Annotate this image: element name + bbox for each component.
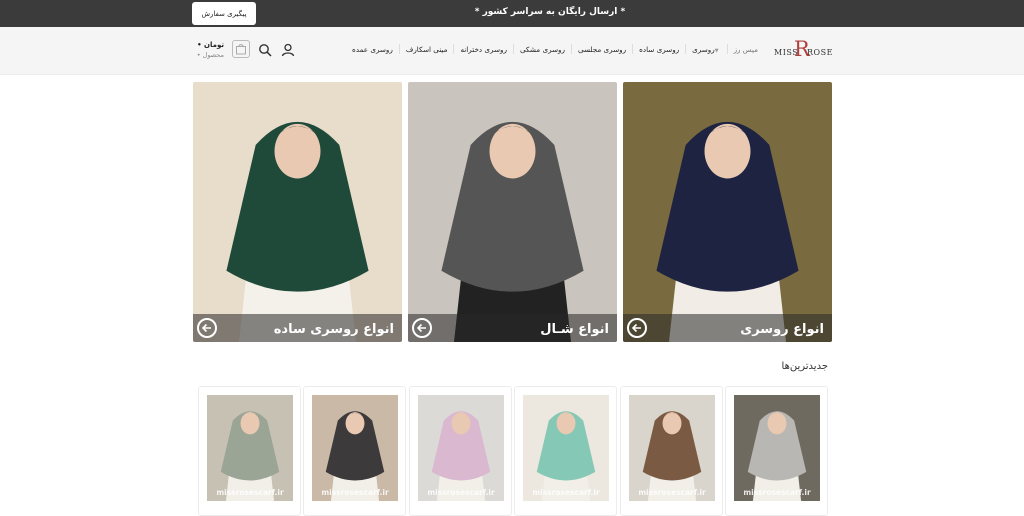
arrow-glyph — [201, 323, 211, 333]
announcement-bar: پیگیری سفارش * ارسال رایگان به سراسر کشو… — [0, 0, 1024, 27]
menu-item[interactable]: روسری مجلسی — [572, 45, 632, 54]
arrow-glyph — [416, 323, 426, 333]
header: MISS R ROSE میس رز روسری▼ روسری ساده روسری … — [0, 27, 1024, 75]
menu-item-label: روسری عمده — [352, 44, 393, 54]
model-photo — [207, 395, 293, 501]
menu-item[interactable]: روسری▼ — [686, 45, 726, 54]
product-image: missrosescarf.ir — [207, 395, 293, 501]
model-photo — [408, 82, 617, 342]
cart-total[interactable]: • تومان — [186, 41, 224, 49]
arrow-glyph — [631, 323, 641, 333]
product-card[interactable]: missrosescarf.ir — [725, 386, 828, 516]
model-photo — [734, 395, 820, 501]
product-image: missrosescarf.ir — [312, 395, 398, 501]
banner-image — [408, 82, 617, 342]
chevron-down-icon: ▼ — [714, 47, 719, 54]
product-image: missrosescarf.ir — [734, 395, 820, 501]
product-watermark: missrosescarf.ir — [743, 488, 811, 497]
product-card[interactable]: missrosescarf.ir — [198, 386, 301, 516]
model-photo — [193, 82, 402, 342]
banner-title: انواع شـال — [540, 322, 609, 337]
product-watermark: missrosescarf.ir — [427, 488, 495, 497]
product-card[interactable]: missrosescarf.ir — [620, 386, 723, 516]
model-photo — [623, 82, 832, 342]
banner-image — [193, 82, 402, 342]
menu-item-label: روسری مجلسی — [578, 44, 627, 54]
product-card[interactable]: missrosescarf.ir — [409, 386, 512, 516]
menu-item-label: روسری — [692, 44, 715, 54]
menu-item-label: روسری مشکی — [519, 44, 565, 54]
product-image: missrosescarf.ir — [418, 395, 504, 501]
arrow-left-icon[interactable] — [412, 318, 432, 338]
banner-scarves[interactable]: انواع روسری — [623, 82, 832, 342]
section-title-newest: جدیدترین‌ها — [781, 361, 828, 372]
menu-item[interactable]: میس رز — [728, 45, 764, 54]
banner-image — [623, 82, 832, 342]
banner-shawls[interactable]: انواع شـال — [408, 82, 617, 342]
user-icon[interactable] — [281, 43, 295, 57]
menu-item-label: مینی اسکارف — [405, 44, 448, 54]
free-shipping-text: * ارسال رایگان به سراسر کشور * — [474, 7, 626, 17]
product-image: missrosescarf.ir — [629, 395, 715, 501]
bag-icon — [236, 44, 246, 55]
menu-item[interactable]: روسری عمده — [346, 45, 399, 54]
arrow-left-icon[interactable] — [197, 318, 217, 338]
banner-title: انواع روسری ساده — [273, 322, 394, 337]
menu-item[interactable]: مینی اسکارف — [400, 45, 454, 54]
product-watermark: missrosescarf.ir — [532, 488, 600, 497]
model-photo — [523, 395, 609, 501]
banner-title: انواع روسری — [740, 322, 824, 337]
product-card[interactable]: missrosescarf.ir — [514, 386, 617, 516]
menu-item-label: روسری ساده — [639, 44, 680, 54]
product-card[interactable]: missrosescarf.ir — [303, 386, 406, 516]
model-photo — [418, 395, 504, 501]
logo-right-text: ROSE — [807, 48, 833, 57]
menu-item[interactable]: روسری مشکی — [514, 45, 571, 54]
banner-simple-scarves[interactable]: انواع روسری ساده — [193, 82, 402, 342]
model-photo — [312, 395, 398, 501]
menu-item-label: میس رز — [733, 44, 758, 54]
logo[interactable]: MISS R ROSE — [774, 37, 834, 65]
menu-item-label: روسری دخترانه — [460, 44, 507, 54]
cart-item-count: • محصول — [196, 51, 224, 59]
cart-icon[interactable] — [232, 40, 250, 58]
product-watermark: missrosescarf.ir — [321, 488, 389, 497]
search-icon[interactable] — [258, 43, 272, 57]
model-photo — [629, 395, 715, 501]
product-watermark: missrosescarf.ir — [638, 488, 706, 497]
product-watermark: missrosescarf.ir — [216, 488, 284, 497]
product-image: missrosescarf.ir — [523, 395, 609, 501]
menu-item[interactable]: روسری دخترانه — [454, 45, 512, 54]
main-menu: میس رز روسری▼ روسری ساده روسری مجلسی روسری م… — [346, 44, 764, 54]
arrow-left-icon[interactable] — [627, 318, 647, 338]
menu-item[interactable]: روسری ساده — [633, 45, 685, 54]
